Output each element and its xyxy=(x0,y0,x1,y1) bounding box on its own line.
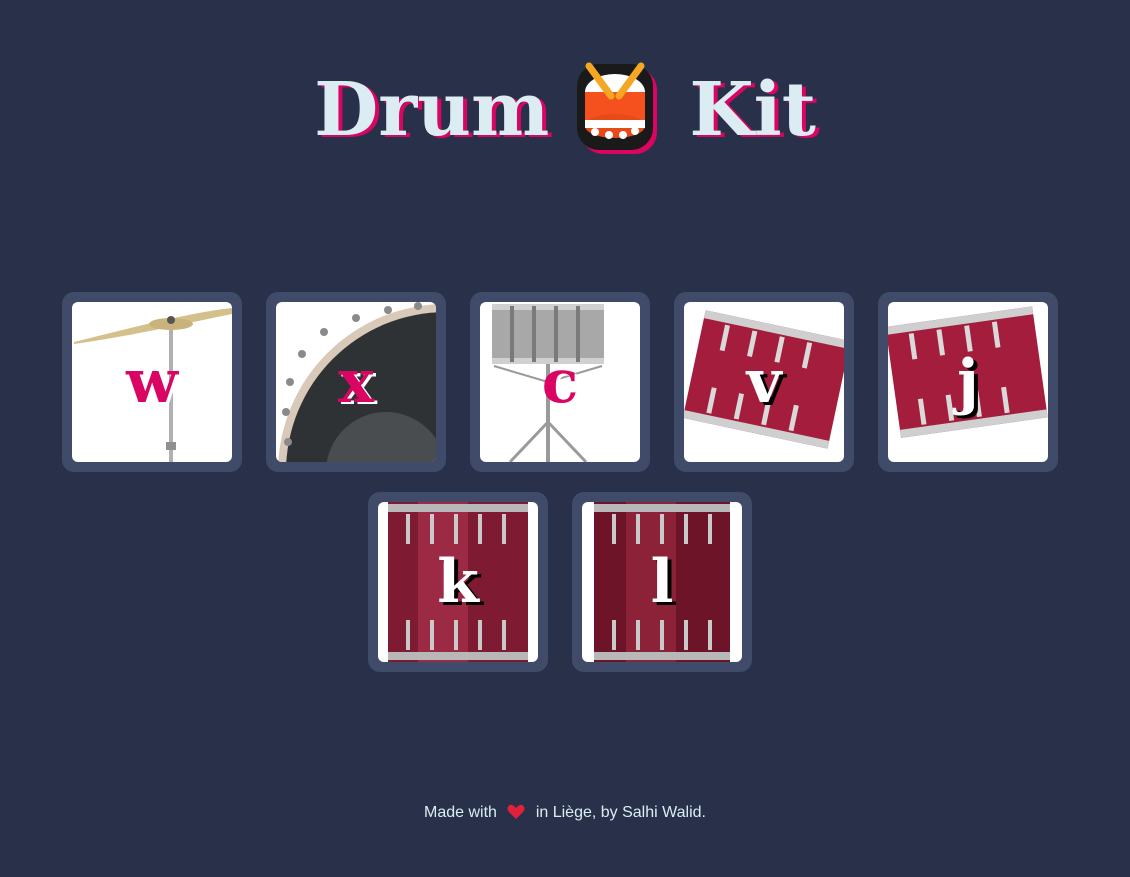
title-drum: Drum xyxy=(314,67,550,153)
pad-key-label: w xyxy=(126,347,178,417)
footer: Made with in Liège, by Salhi Walid. xyxy=(0,804,1130,822)
drum-icon xyxy=(577,62,658,154)
pad-key-label: j xyxy=(957,347,979,417)
pad-k[interactable]: k xyxy=(368,492,548,672)
pad-key-label: c xyxy=(541,347,579,417)
pad-v[interactable]: v xyxy=(674,292,854,472)
pad-key-label: k xyxy=(437,547,479,617)
pad-key-label: l xyxy=(650,547,674,617)
heart-icon xyxy=(507,804,525,819)
page-title: Drum Kit xyxy=(0,62,1130,158)
footer-suffix: in Liège, by Salhi Walid. xyxy=(535,804,706,821)
pad-key-label: v xyxy=(746,347,782,417)
pad-l[interactable]: l xyxy=(572,492,752,672)
pad-c[interactable]: c xyxy=(470,292,650,472)
title-kit: Kit xyxy=(689,67,816,153)
pad-key-label: x xyxy=(338,347,374,417)
pad-x[interactable]: x xyxy=(266,292,446,472)
pad-w[interactable]: w xyxy=(62,292,242,472)
pad-j[interactable]: j xyxy=(878,292,1058,472)
footer-prefix: Made with xyxy=(424,804,497,821)
